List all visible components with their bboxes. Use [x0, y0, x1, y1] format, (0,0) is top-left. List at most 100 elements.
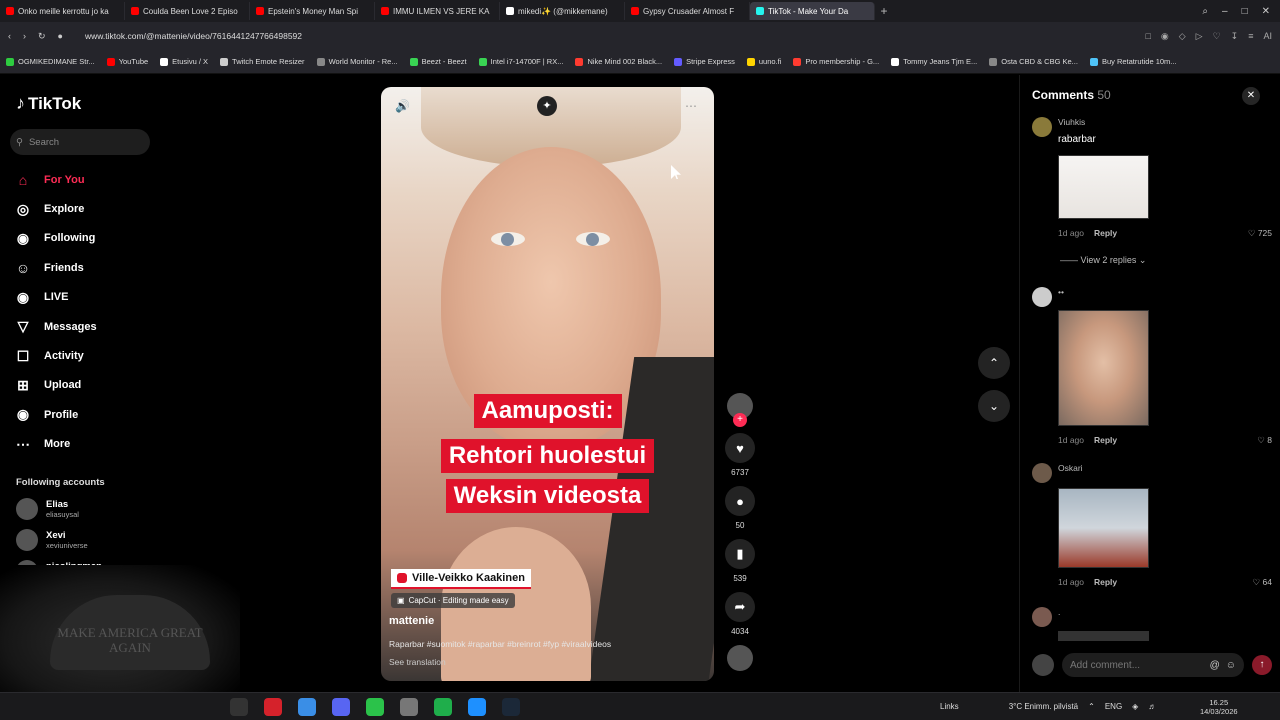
- comment-image[interactable]: [1058, 488, 1149, 568]
- tray-chevron-icon[interactable]: ⌃: [1088, 702, 1095, 711]
- video-more-icon[interactable]: ⋯: [685, 99, 697, 113]
- forward-icon[interactable]: ›: [23, 31, 26, 41]
- task-view-icon[interactable]: [230, 697, 248, 716]
- sidebar-item-activity[interactable]: ☐ Activity: [14, 341, 174, 370]
- reply-button[interactable]: Reply: [1094, 577, 1117, 588]
- comment-like-button[interactable]: ♡ 8: [1257, 435, 1272, 446]
- bookmark-item[interactable]: OGMIKEDIMANE Str...: [6, 57, 95, 66]
- comment-button[interactable]: ●: [725, 486, 755, 516]
- volume-tray-icon[interactable]: ♬: [1148, 702, 1156, 711]
- weather-widget[interactable]: 3°C Enimm. pilvistä: [1009, 702, 1078, 711]
- comment-user[interactable]: ••: [1058, 287, 1064, 297]
- comment-user[interactable]: .: [1058, 607, 1060, 617]
- links-toolbar[interactable]: Links: [940, 702, 959, 711]
- share-icon[interactable]: □: [1145, 31, 1150, 42]
- view-replies-button[interactable]: —— View 2 replies ⌄: [1060, 255, 1146, 266]
- sidebar-item-messages[interactable]: ▽ Messages: [14, 312, 174, 341]
- bookmark-item[interactable]: Twitch Emote Resizer: [220, 57, 305, 66]
- comment-image[interactable]: [1058, 155, 1149, 219]
- browser-tab[interactable]: Onko meille kerrottu jo ka: [0, 2, 125, 20]
- sidebar-item-profile[interactable]: ◉ Profile: [14, 400, 174, 429]
- lang-indicator[interactable]: ENG: [1105, 702, 1122, 711]
- following-account[interactable]: Elias eliasuysal: [16, 498, 79, 520]
- app-icon[interactable]: [366, 697, 384, 716]
- bookmark-item[interactable]: Nike Mind 002 Black...: [575, 57, 662, 66]
- bookmark-item[interactable]: Stripe Express: [674, 57, 735, 66]
- search-icon[interactable]: ⌕: [1202, 6, 1208, 17]
- app-icon[interactable]: [400, 697, 418, 716]
- sidebar-item-live[interactable]: ◉ LIVE: [14, 283, 174, 312]
- url-field[interactable]: www.tiktok.com/@mattenie/video/761644124…: [85, 31, 302, 41]
- bookmark-item[interactable]: YouTube: [106, 57, 148, 66]
- bookmark-item[interactable]: Pro membership - G...: [793, 57, 879, 66]
- sidebar-item-friends[interactable]: ☺ Friends: [14, 253, 174, 282]
- mention-icon[interactable]: @: [1210, 660, 1220, 671]
- reload-icon[interactable]: ↻: [38, 31, 46, 42]
- bookmark-item[interactable]: Buy Retatrutide 10m...: [1089, 57, 1177, 66]
- shield-icon[interactable]: ◇: [1179, 31, 1186, 42]
- save-button[interactable]: ▮: [725, 539, 755, 569]
- avatar[interactable]: [1032, 607, 1052, 627]
- avatar[interactable]: [1032, 287, 1052, 307]
- close-window-icon[interactable]: ✕: [1262, 6, 1270, 17]
- comment-user[interactable]: Oskari: [1058, 463, 1083, 473]
- bookmark-item[interactable]: Intel i7-14700F | RX...: [478, 57, 563, 66]
- comment-like-button[interactable]: ♡ 725: [1248, 228, 1272, 239]
- bookmark-item[interactable]: Beezt - Beezt: [409, 57, 467, 66]
- sidebar-item-for-you[interactable]: ⌂ For You: [14, 165, 174, 194]
- video-player[interactable]: 🔊 ✦ ⋯ Aamuposti: Rehtori huolestui Weksi…: [381, 87, 714, 681]
- maximize-icon[interactable]: □: [1242, 6, 1248, 17]
- comment-input[interactable]: Add comment... @ ☺: [1062, 653, 1244, 677]
- see-translation-link[interactable]: See translation: [389, 657, 446, 667]
- video-username[interactable]: mattenie: [389, 615, 434, 627]
- bookmark-item[interactable]: Osta CBD & CBG Ke...: [989, 57, 1078, 66]
- reply-button[interactable]: Reply: [1094, 435, 1117, 446]
- sidebar-item-explore[interactable]: ◎ Explore: [14, 194, 174, 223]
- volume-icon[interactable]: 🔊: [395, 99, 410, 113]
- browser-tab[interactable]: Gypsy Crusader Almost F: [625, 2, 750, 20]
- comment-image[interactable]: [1058, 631, 1149, 641]
- avatar[interactable]: [1032, 463, 1052, 483]
- back-icon[interactable]: ‹: [8, 31, 11, 41]
- discord-icon[interactable]: [332, 697, 350, 716]
- sidebar-item-following[interactable]: ◉ Following: [14, 224, 174, 253]
- post-comment-button[interactable]: ↑: [1252, 655, 1272, 675]
- music-disc[interactable]: [727, 645, 753, 671]
- clock[interactable]: 16.25 14/03/2026: [1200, 698, 1238, 716]
- comment-image[interactable]: [1058, 310, 1149, 426]
- app-icon[interactable]: [434, 697, 452, 716]
- following-account[interactable]: Xevi xeviuniverse: [16, 529, 88, 551]
- avatar[interactable]: [1032, 117, 1052, 137]
- edge-icon[interactable]: [468, 697, 486, 716]
- bookmark-item[interactable]: uuno.fi: [746, 57, 781, 66]
- comment-user[interactable]: Viuhkis: [1058, 117, 1085, 127]
- share-button[interactable]: ➦: [725, 592, 755, 622]
- menu-icon[interactable]: ≡: [1248, 31, 1253, 42]
- reply-button[interactable]: Reply: [1094, 228, 1117, 239]
- previous-video-button[interactable]: ⌃: [978, 347, 1010, 379]
- search-input[interactable]: ⚲ Search: [10, 129, 150, 155]
- close-icon[interactable]: ✕: [1242, 87, 1260, 105]
- opera-icon[interactable]: [264, 697, 282, 716]
- bookmark-item[interactable]: Etusivu / X: [160, 57, 208, 66]
- new-tab-button[interactable]: +: [875, 4, 893, 18]
- heart-icon[interactable]: ♡: [1213, 31, 1221, 42]
- tiktok-logo[interactable]: ♪ TikTok: [16, 93, 81, 114]
- download-icon[interactable]: ↧: [1231, 31, 1239, 42]
- browser-tab[interactable]: mikedi✨ (@mikkemane): [500, 2, 625, 20]
- browser-tab[interactable]: TikTok - Make Your Da: [750, 2, 875, 20]
- sidebar-item-more[interactable]: ⋯ More: [14, 430, 174, 459]
- comment-like-button[interactable]: ♡ 64: [1253, 577, 1272, 588]
- sidebar-item-upload[interactable]: ⊞ Upload: [14, 371, 174, 400]
- bookmark-item[interactable]: World Monitor - Re...: [316, 57, 398, 66]
- play-icon[interactable]: ▷: [1196, 31, 1203, 42]
- emoji-icon[interactable]: ☺: [1226, 660, 1236, 671]
- ai-icon[interactable]: AI: [1263, 31, 1272, 42]
- capcut-badge[interactable]: ▣ CapCut · Editing made easy: [391, 593, 515, 608]
- bookmark-item[interactable]: Tommy Jeans Tjm E...: [891, 57, 977, 66]
- wifi-icon[interactable]: ◈: [1132, 702, 1138, 711]
- browser-tab[interactable]: Coulda Been Love 2 Episo: [125, 2, 250, 20]
- minimize-icon[interactable]: –: [1222, 6, 1228, 17]
- creator-avatar[interactable]: +: [727, 393, 753, 427]
- like-button[interactable]: ♥: [725, 433, 755, 463]
